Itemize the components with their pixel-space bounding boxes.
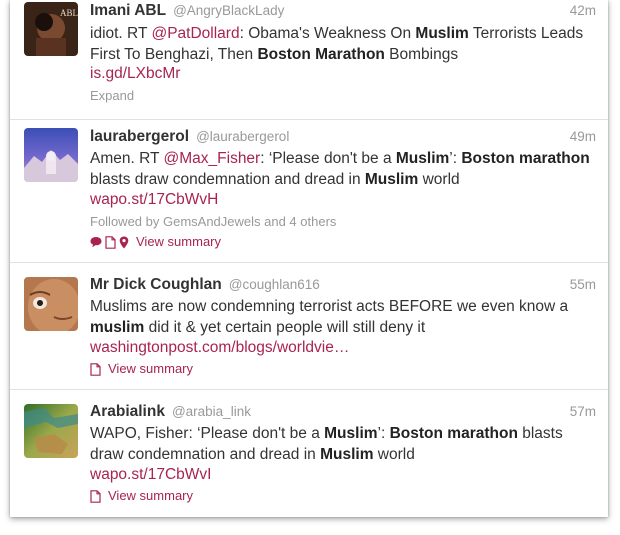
tweet-text-run: world	[418, 171, 460, 188]
tweet-header: Arabialink @arabia_link 57m	[90, 403, 596, 423]
tweet-header: Mr Dick Coughlan @coughlan616 55m	[90, 276, 596, 296]
tweet-text-run: : ‘Please don't be a	[260, 150, 396, 167]
highlighted-term: Muslim	[324, 425, 378, 442]
highlighted-term: muslim	[90, 319, 145, 336]
document-icon	[105, 235, 116, 249]
location-pin-icon	[119, 236, 129, 249]
tweet-text-run: Bombings	[384, 46, 459, 63]
tweet-item[interactable]: ABL Imani ABL @AngryBlackLady 42m idiot.…	[10, 0, 608, 120]
author-handle[interactable]: @coughlan616	[229, 277, 320, 292]
timestamp[interactable]: 57m	[570, 404, 596, 419]
tweet-link[interactable]: wapo.st/17CbWvH	[90, 190, 218, 210]
view-summary-link[interactable]: View summary	[108, 488, 193, 504]
avatar[interactable]	[24, 404, 78, 458]
tweet-link[interactable]: wapo.st/17CbWvI	[90, 465, 211, 485]
timeline: ABL Imani ABL @AngryBlackLady 42m idiot.…	[10, 0, 608, 517]
tweet-text: Amen. RT @Max_Fisher: ‘Please don't be a…	[90, 148, 592, 190]
svg-text:ABL: ABL	[60, 8, 78, 18]
highlighted-term: Muslim	[395, 150, 450, 167]
timestamp[interactable]: 55m	[570, 277, 596, 292]
tweet-text-run: WAPO, Fisher: ‘Please don't be a	[90, 425, 325, 442]
followed-by[interactable]: Followed by GemsAndJewels and 4 others	[90, 214, 336, 230]
tweet-text-run: ’:	[449, 150, 462, 167]
tweet-text-run: did it & yet certain people will still d…	[144, 319, 426, 336]
highlighted-term: Boston Marathon	[257, 46, 385, 63]
tweet-text-run: : Obama's Weakness On	[239, 25, 416, 42]
tweet-actions: View summary	[90, 361, 193, 377]
author-name[interactable]: Imani ABL	[90, 2, 166, 20]
expand-button[interactable]: Expand	[90, 88, 134, 104]
document-icon	[90, 362, 101, 376]
tweet-text: idiot. RT @PatDollard: Obama's Weakness …	[90, 23, 592, 65]
tweet-link[interactable]: is.gd/LXbcMr	[90, 64, 180, 84]
mention-link[interactable]: @Max_Fisher	[164, 150, 261, 167]
tweet-text: WAPO, Fisher: ‘Please don't be a Muslim’…	[90, 423, 592, 465]
tweet-header: laurabergerol @laurabergerol 49m	[90, 128, 596, 148]
highlighted-term: Boston marathon	[461, 150, 590, 167]
tweet-text-run: ’:	[377, 425, 390, 442]
tweet-actions: View summary	[90, 234, 221, 250]
author-name[interactable]: Arabialink	[90, 403, 165, 421]
avatar[interactable]	[24, 128, 78, 182]
avatar[interactable]	[24, 277, 78, 331]
view-summary-link[interactable]: View summary	[108, 361, 193, 377]
view-summary-link[interactable]: View summary	[136, 234, 221, 250]
tweet-item[interactable]: Arabialink @arabia_link 57m WAPO, Fisher…	[10, 390, 608, 517]
timestamp[interactable]: 42m	[570, 3, 596, 18]
timestamp[interactable]: 49m	[570, 129, 596, 144]
tweet-text: Muslims are now condemning terrorist act…	[90, 296, 592, 338]
highlighted-term: Boston marathon	[389, 425, 518, 442]
tweet-link[interactable]: washingtonpost.com/blogs/worldvie…	[90, 338, 349, 358]
highlighted-term: Muslim	[364, 171, 419, 188]
tweet-text-run: Amen. RT	[90, 150, 164, 167]
highlighted-term: Muslim	[415, 25, 469, 42]
author-handle[interactable]: @AngryBlackLady	[173, 3, 284, 18]
speech-bubble-icon	[90, 236, 102, 248]
highlighted-term: Muslim	[320, 446, 374, 463]
tweet-text-run: world	[373, 446, 415, 463]
tweet-item[interactable]: laurabergerol @laurabergerol 49m Amen. R…	[10, 120, 608, 263]
tweet-text-run: idiot. RT	[90, 25, 152, 42]
document-icon	[90, 489, 101, 503]
mention-link[interactable]: @PatDollard	[151, 25, 239, 42]
author-handle[interactable]: @laurabergerol	[196, 129, 289, 144]
tweet-actions: View summary	[90, 488, 193, 504]
author-handle[interactable]: @arabia_link	[172, 404, 251, 419]
tweet-item[interactable]: Mr Dick Coughlan @coughlan616 55m Muslim…	[10, 263, 608, 390]
author-name[interactable]: Mr Dick Coughlan	[90, 276, 222, 294]
tweet-text-run: blasts draw condemnation and dread in	[90, 171, 365, 188]
author-name[interactable]: laurabergerol	[90, 128, 189, 146]
tweet-text-run: Muslims are now condemning terrorist act…	[90, 298, 569, 315]
tweet-header: Imani ABL @AngryBlackLady 42m	[90, 2, 596, 22]
avatar[interactable]: ABL	[24, 2, 78, 56]
